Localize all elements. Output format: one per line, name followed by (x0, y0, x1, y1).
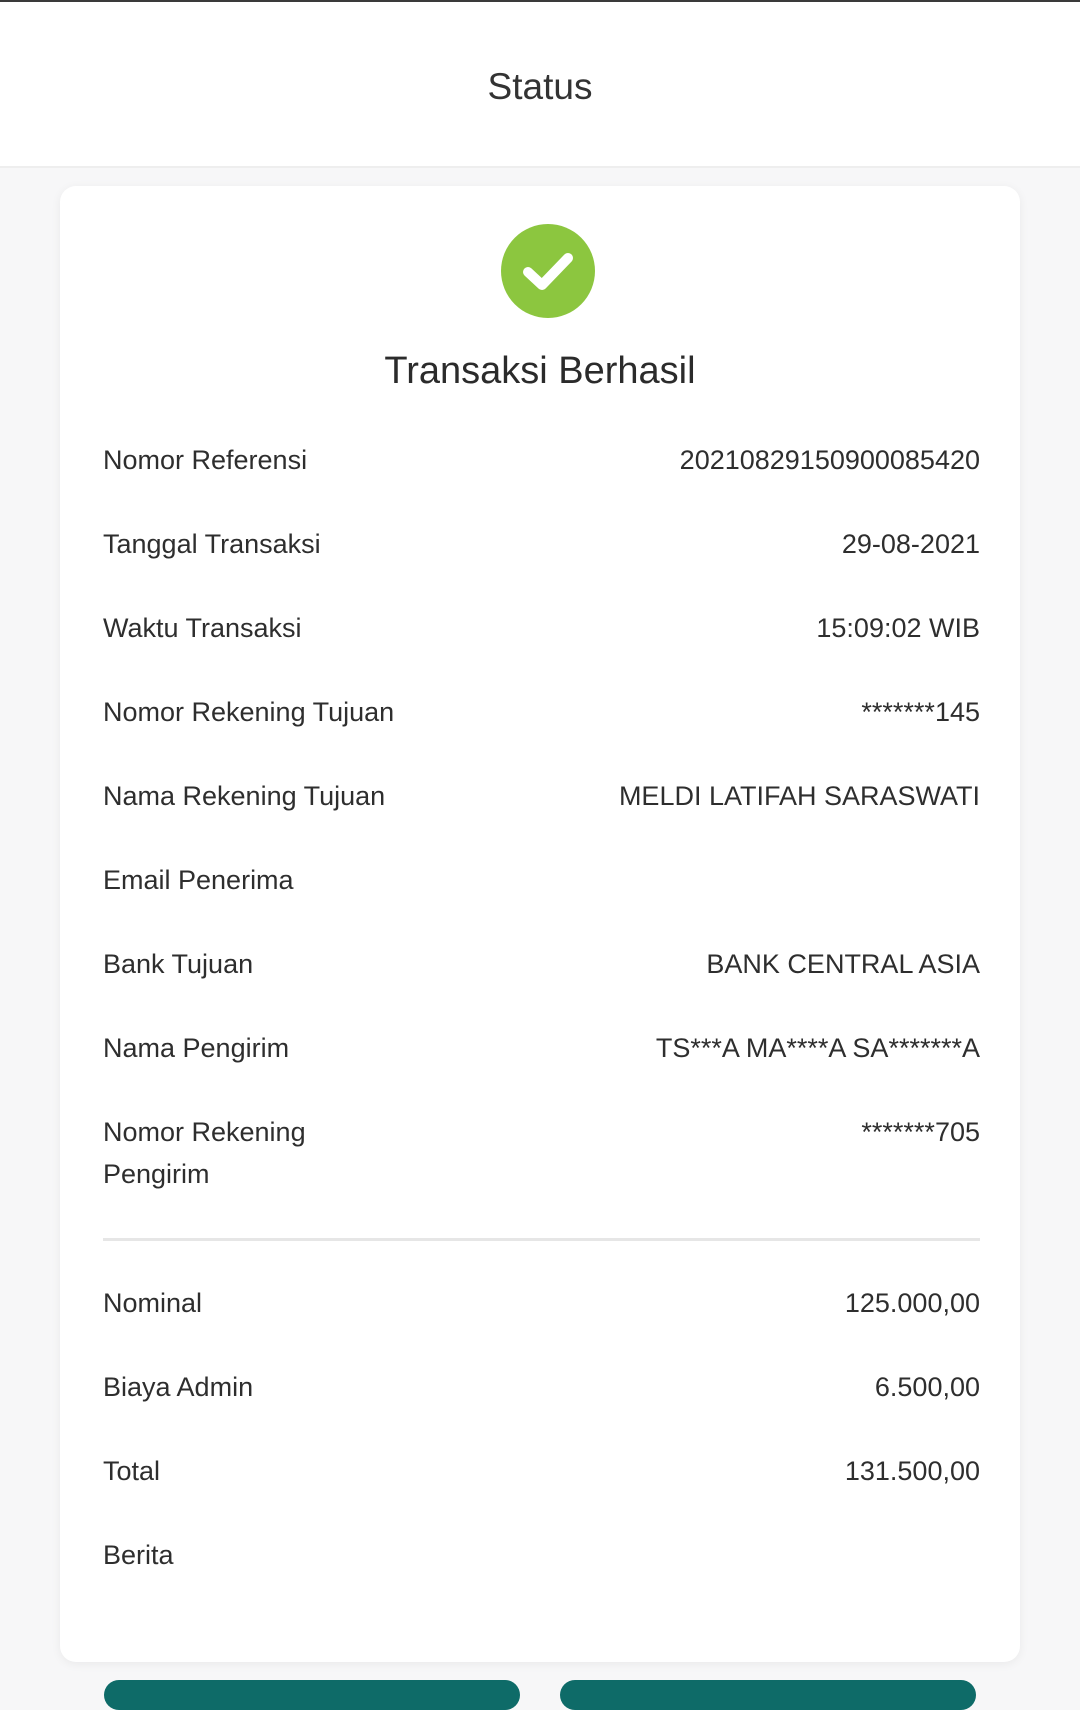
detail-value: *******145 (861, 697, 980, 727)
detail-value: TS***A MA****A SA*******A (655, 1033, 980, 1063)
amount-value: 6.500,00 (874, 1372, 980, 1402)
check-circle-icon (501, 224, 595, 318)
detail-value: *******705 (861, 1117, 980, 1147)
detail-value: MELDI LATIFAH SARASWATI (618, 781, 980, 811)
detail-label: Email Penerima (103, 865, 294, 895)
amount-value: 131.500,00 (844, 1456, 980, 1486)
section-divider (103, 1238, 980, 1241)
detail-value: 29-08-2021 (841, 529, 980, 559)
transaction-receipt-card: Transaksi Berhasil Nomor Referensi 20210… (60, 186, 1020, 1662)
page-title: Status (487, 66, 593, 107)
transaction-status-title: Transaksi Berhasil (384, 350, 696, 392)
app-header: Status (0, 2, 1080, 168)
detail-value: BANK CENTRAL ASIA (706, 949, 980, 979)
primary-action-button-right[interactable] (560, 1680, 976, 1710)
primary-action-button-left[interactable] (104, 1680, 520, 1710)
detail-value: 15:09:02 WIB (816, 613, 980, 643)
detail-value: 20210829150900085420 (679, 445, 980, 475)
amount-label: Berita (103, 1540, 174, 1570)
amount-value: 125.000,00 (844, 1288, 980, 1318)
